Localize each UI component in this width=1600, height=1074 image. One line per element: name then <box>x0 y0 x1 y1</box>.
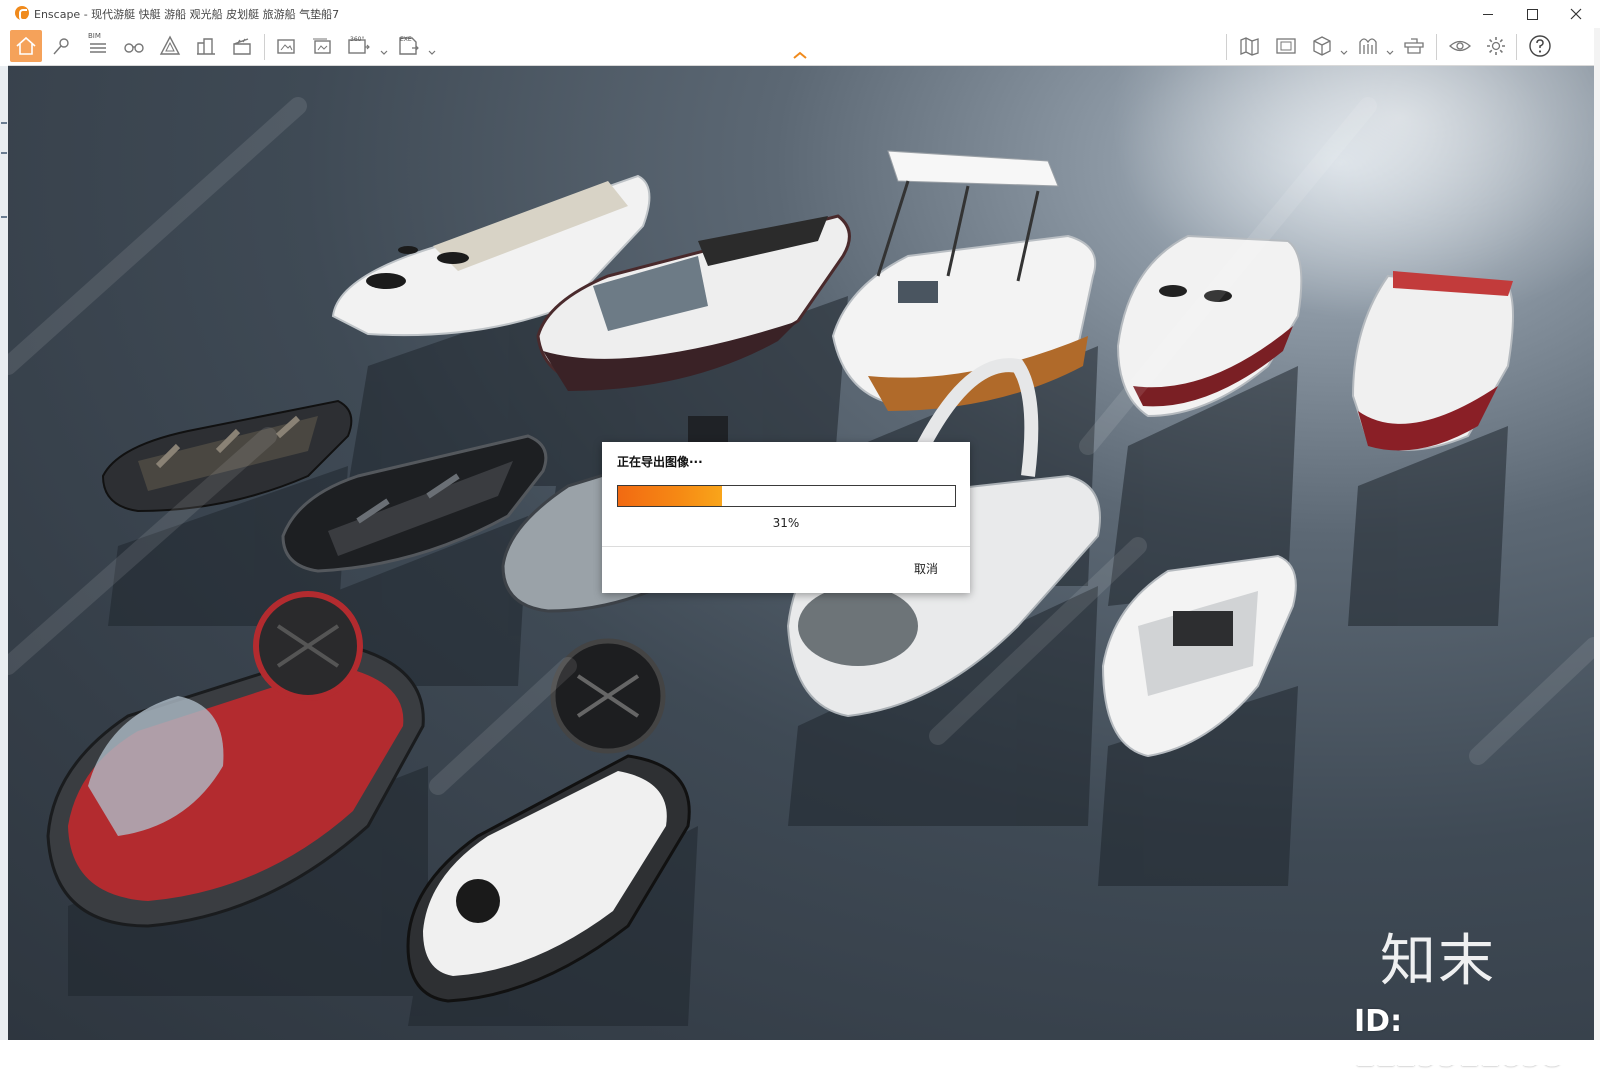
cube-dropdown-caret[interactable] <box>1340 42 1348 55</box>
export-progress-bar <box>617 485 956 507</box>
minimize-button[interactable] <box>1466 0 1510 28</box>
bim-label: BIM <box>88 32 101 40</box>
collapse-toolbar-icon[interactable] <box>792 50 808 60</box>
panorama-360-button[interactable]: 360° <box>342 30 374 62</box>
buildings-icon <box>197 38 215 55</box>
chevron-down-icon <box>428 50 436 55</box>
export-exe-label: EXE <box>400 36 412 43</box>
export-progress-dialog: 正在导出图像··· 31% 取消 <box>602 442 970 593</box>
progress-fill <box>618 486 723 506</box>
dialog-divider <box>602 546 970 547</box>
chevron-down-icon <box>380 50 388 55</box>
export-dropdown-caret[interactable] <box>428 42 436 55</box>
panorama-dropdown-caret[interactable] <box>380 42 388 55</box>
cube-button[interactable] <box>1306 30 1338 62</box>
export-exe-button[interactable]: EXE <box>392 30 424 62</box>
toolbar-divider <box>1226 34 1227 60</box>
material-icon <box>1359 38 1377 54</box>
map-icon <box>1240 37 1259 56</box>
binoculars-icon <box>124 43 144 53</box>
window-title: Enscape - 现代游艇 快艇 游船 观光船 皮划艇 旅游船 气垫船7 <box>34 8 340 21</box>
screenshot-button[interactable] <box>270 30 302 62</box>
panorama-360-label: 360° <box>350 36 365 43</box>
pin-icon <box>53 38 69 55</box>
toolbar-divider <box>1516 34 1517 60</box>
map-button[interactable] <box>1234 30 1266 62</box>
batch-render-icon <box>313 38 331 54</box>
desktop-edge <box>0 66 8 1040</box>
material-dropdown-caret[interactable] <box>1386 42 1394 55</box>
window-bottom-edge <box>0 1040 1600 1065</box>
pin-button[interactable] <box>46 30 78 62</box>
batch-render-button[interactable] <box>306 30 338 62</box>
asset-triangle-icon <box>159 35 181 55</box>
toolbar-divider <box>1436 34 1437 60</box>
visual-settings-button[interactable] <box>1444 30 1476 62</box>
asset-library-button[interactable] <box>154 30 186 62</box>
screenshot-icon <box>277 39 295 54</box>
video-editor-button[interactable] <box>226 30 258 62</box>
bim-button[interactable]: BIM <box>82 30 114 62</box>
view-management-icon <box>1276 38 1296 54</box>
help-button[interactable] <box>1524 30 1556 62</box>
close-button[interactable] <box>1554 0 1598 28</box>
title-bar: Enscape - 现代游艇 快艇 游船 观光船 皮划艇 旅游船 气垫船7 <box>0 0 1600 28</box>
window-right-edge <box>1594 28 1600 1040</box>
home-icon <box>16 36 36 55</box>
chevron-down-icon <box>1386 50 1394 55</box>
clapperboard-icon <box>233 38 251 55</box>
cancel-button[interactable]: 取消 <box>902 557 950 581</box>
capture-button[interactable] <box>1398 30 1430 62</box>
view-management-button[interactable] <box>1270 30 1302 62</box>
help-icon <box>1529 35 1551 57</box>
chevron-down-icon <box>1340 50 1348 55</box>
buildings-button[interactable] <box>190 30 222 62</box>
desktop-edge-mark <box>1 152 7 154</box>
capture-icon <box>1404 38 1424 54</box>
eye-icon <box>1449 40 1471 52</box>
main-toolbar: BIM 360° EXE <box>8 28 1594 66</box>
desktop-edge-mark <box>1 216 7 218</box>
material-button[interactable] <box>1352 30 1384 62</box>
maximize-button[interactable] <box>1510 0 1554 28</box>
toolbar-divider <box>264 34 265 60</box>
settings-button[interactable] <box>1480 30 1512 62</box>
home-button[interactable] <box>10 30 42 62</box>
settings-icon <box>1487 37 1505 55</box>
offshore-racer <box>1351 271 1514 451</box>
progress-percent-label: 31% <box>772 516 800 530</box>
center-console-boat <box>831 150 1097 411</box>
enscape-window: Enscape - 现代游艇 快艇 游船 观光船 皮划艇 旅游船 气垫船7 BI… <box>0 0 1600 1074</box>
watermark-brand: 知末 <box>1380 929 1496 994</box>
binoculars-button[interactable] <box>118 30 150 62</box>
cube-icon <box>1313 36 1331 56</box>
desktop-edge-mark <box>1 122 7 124</box>
dialog-title: 正在导出图像··· <box>617 455 703 469</box>
enscape-logo-icon <box>15 6 29 21</box>
